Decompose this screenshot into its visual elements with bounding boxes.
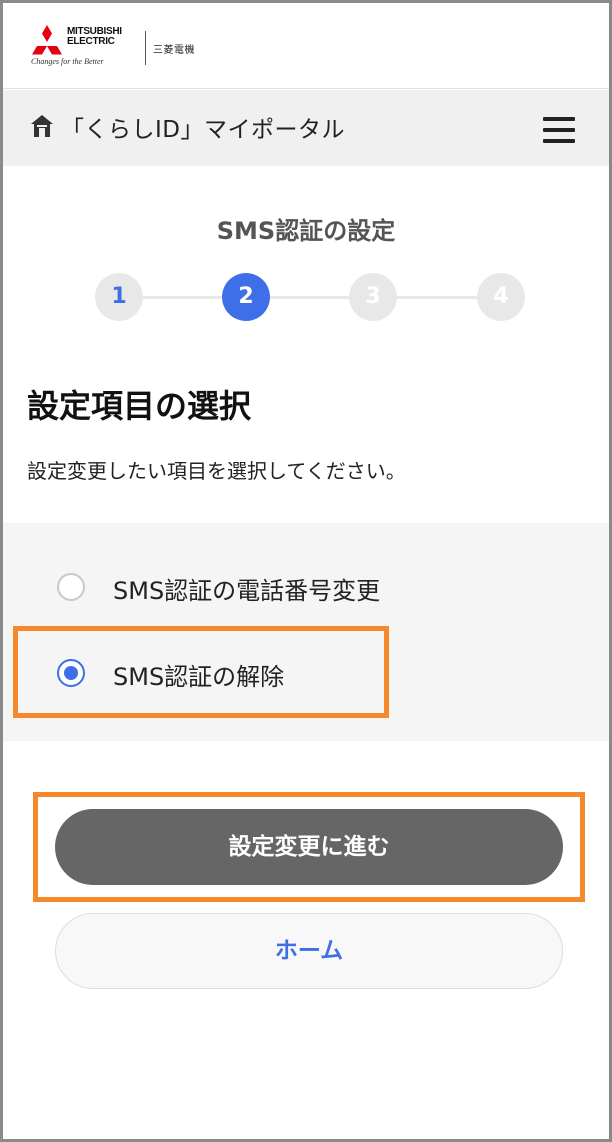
option-phone-change-label[interactable]: SMS認証の電話番号変更 bbox=[113, 571, 380, 606]
home-icon[interactable] bbox=[29, 113, 55, 139]
stepper: 1 2 3 4 bbox=[3, 271, 609, 323]
logo-wordmark: MITSUBISHI ELECTRIC bbox=[67, 26, 122, 47]
logo-divider bbox=[145, 31, 146, 65]
option-disable-sms-radio[interactable] bbox=[57, 659, 85, 687]
step-title: SMS認証の設定 bbox=[216, 217, 396, 245]
phone-frame: MITSUBISHI ELECTRIC Changes for the Bett… bbox=[0, 0, 612, 1142]
logo-bar: MITSUBISHI ELECTRIC Changes for the Bett… bbox=[3, 3, 609, 89]
section-heading: 設定項目の選択 bbox=[27, 387, 252, 425]
logo-tagline: Changes for the Better bbox=[31, 57, 104, 66]
mitsubishi-logo-icon bbox=[32, 25, 62, 55]
logo-kanji: 三菱電機 bbox=[153, 45, 195, 56]
hamburger-menu-icon[interactable] bbox=[543, 116, 575, 144]
step-4: 4 bbox=[477, 273, 525, 321]
step-connector bbox=[397, 296, 479, 299]
option-disable-sms-label[interactable]: SMS認証の解除 bbox=[113, 657, 284, 692]
option-phone-change-radio[interactable] bbox=[57, 573, 85, 601]
step-connector bbox=[269, 296, 351, 299]
step-3: 3 bbox=[349, 273, 397, 321]
section-description: 設定変更したい項目を選択してください。 bbox=[27, 459, 406, 483]
step-1: 1 bbox=[95, 273, 143, 321]
step-2: 2 bbox=[222, 273, 270, 321]
proceed-to-settings-button[interactable]: 設定変更に進む bbox=[55, 809, 563, 885]
home-button[interactable]: ホーム bbox=[55, 913, 563, 989]
portal-title[interactable]: 「くらしID」マイポータル bbox=[61, 115, 345, 145]
step-connector bbox=[143, 296, 223, 299]
